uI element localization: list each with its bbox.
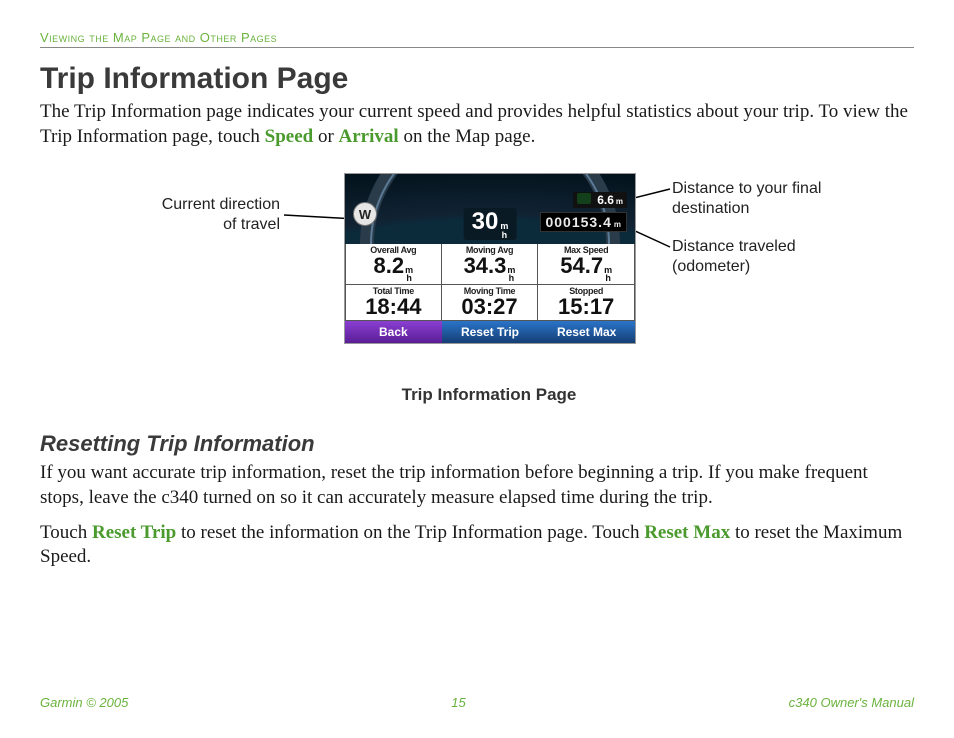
reset-max-text: Reset Max <box>644 522 730 543</box>
intro-text-2: or <box>313 126 338 147</box>
page-footer: Garmin © 2005 15 c340 Owner's Manual <box>40 695 914 710</box>
arrival-link-text: Arrival <box>339 126 399 147</box>
distance-unit: m <box>616 197 623 206</box>
stats-row-1: Overall Avg 8.2mh Moving Avg 34.3mh Max … <box>345 244 635 285</box>
callout-direction: Current direction of travel <box>110 195 280 235</box>
moving-time-value: 03:27 <box>461 296 517 318</box>
distance-value: 6.6 <box>597 193 614 207</box>
odometer-readout: 000153.4m <box>540 212 627 232</box>
odometer-unit: m <box>614 220 622 229</box>
speed-link-text: Speed <box>265 126 314 147</box>
reset-trip-button[interactable]: Reset Trip <box>442 321 539 343</box>
stopped-value: 15:17 <box>558 296 614 318</box>
callout-direction-line2: of travel <box>223 216 280 233</box>
intro-paragraph: The Trip Information page indicates your… <box>40 100 914 149</box>
cell-stopped: Stopped 15:17 <box>538 285 635 321</box>
cell-moving-avg: Moving Avg 34.3mh <box>442 244 539 285</box>
unit-mh: mh <box>405 266 413 282</box>
running-header: Viewing the Map Page and Other Pages <box>40 30 914 48</box>
current-speed: 30 m h <box>464 208 517 240</box>
total-time-value: 18:44 <box>365 296 421 318</box>
section-heading-resetting: Resetting Trip Information <box>40 431 914 457</box>
callout-odometer: Distance traveled (odometer) <box>672 237 796 277</box>
callout-distance-final-line2: destination <box>672 200 749 217</box>
p2-text-2: to reset the information on the Trip Inf… <box>176 522 644 543</box>
speed-value: 30 <box>472 208 499 236</box>
reset-max-button[interactable]: Reset Max <box>538 321 635 343</box>
speed-unit-bot: h <box>502 231 508 240</box>
resetting-paragraph-1: If you want accurate trip information, r… <box>40 461 914 510</box>
callout-direction-line1: Current direction <box>162 196 280 213</box>
footer-manual-title: c340 Owner's Manual <box>789 695 914 710</box>
unit-mh: mh <box>604 266 612 282</box>
moving-avg-value: 34.3 <box>464 255 507 277</box>
footer-page-number: 15 <box>451 695 465 710</box>
unit-mh: mh <box>507 266 515 282</box>
reset-trip-text: Reset Trip <box>92 522 176 543</box>
speed-gauge: W 30 m h 6.6m 000153.4m <box>345 174 635 244</box>
footer-copyright: Garmin © 2005 <box>40 695 128 710</box>
callout-odometer-line2: (odometer) <box>672 258 750 275</box>
cell-moving-time: Moving Time 03:27 <box>442 285 539 321</box>
resetting-paragraph-2: Touch Reset Trip to reset the informatio… <box>40 521 914 570</box>
figure-area: Current direction of travel Distance to … <box>40 173 914 403</box>
overall-avg-value: 8.2 <box>374 255 405 277</box>
intro-text-3: on the Map page. <box>399 126 536 147</box>
p2-text-1: Touch <box>40 522 92 543</box>
speed-unit: m h <box>500 222 508 240</box>
page-title: Trip Information Page <box>40 62 914 96</box>
callout-odometer-line1: Distance traveled <box>672 238 796 255</box>
device-screenshot: W 30 m h 6.6m 000153.4m O <box>344 173 636 344</box>
odometer-value: 000153.4 <box>545 214 611 230</box>
back-button[interactable]: Back <box>345 321 442 343</box>
stats-row-2: Total Time 18:44 Moving Time 03:27 Stopp… <box>345 285 635 321</box>
distance-to-destination: 6.6m <box>573 192 627 208</box>
device-button-row: Back Reset Trip Reset Max <box>345 321 635 343</box>
satellite-icon <box>577 193 591 204</box>
callout-distance-final-line1: Distance to your final <box>672 180 821 197</box>
figure-caption: Trip Information Page <box>344 385 634 405</box>
callout-distance-final: Distance to your final destination <box>672 179 821 219</box>
max-speed-value: 54.7 <box>560 255 603 277</box>
cell-overall-avg: Overall Avg 8.2mh <box>345 244 442 285</box>
cell-total-time: Total Time 18:44 <box>345 285 442 321</box>
cell-max-speed: Max Speed 54.7mh <box>538 244 635 285</box>
